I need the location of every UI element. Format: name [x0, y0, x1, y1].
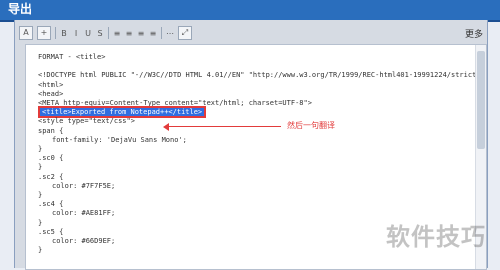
code-line: color: #66D9EF; — [52, 237, 116, 245]
code-line: color: #7F7F5E; — [52, 181, 116, 190]
window-title-bar: 导出 — [0, 0, 500, 22]
code-line: .sc5 { — [38, 227, 64, 236]
watermark: 软件技巧 — [386, 223, 486, 251]
code-line: color: #AE81FF; — [52, 209, 116, 218]
window-title: 导出 — [8, 2, 33, 16]
annotation-line — [169, 126, 281, 127]
code-line: <html> — [38, 80, 64, 89]
italic-icon[interactable]: I — [72, 27, 80, 39]
bold-icon[interactable]: B — [60, 27, 68, 39]
code-line: span { — [38, 126, 64, 135]
toolbar-separator — [108, 27, 109, 39]
underline-icon[interactable]: U — [84, 27, 92, 39]
code-line: <head> — [38, 89, 64, 98]
code-line: font-family: 'DejaVu Sans Mono'; — [52, 135, 187, 144]
expand-icon[interactable]: ⤢ — [178, 26, 192, 40]
annotation-text: 然后一句翻译 — [287, 121, 335, 130]
align-justify-icon[interactable]: ≡ — [149, 27, 157, 39]
font-icon[interactable]: A — [19, 26, 33, 40]
annotation-arrowhead — [163, 123, 169, 131]
toolbar-separator — [55, 27, 56, 39]
scrollbar-thumb[interactable] — [477, 51, 485, 149]
code-line: } — [38, 218, 43, 227]
title-tag-highlight: <title>Exported from Notepad++</title> — [38, 106, 207, 119]
align-right-icon[interactable]: ≡ — [137, 27, 145, 39]
increase-size-icon[interactable]: + — [37, 26, 51, 40]
more-icon[interactable]: ⋯ — [166, 27, 174, 39]
toolbar-separator — [161, 27, 162, 39]
code-line: } — [38, 246, 43, 255]
code-line: } — [38, 191, 43, 199]
strikethrough-icon[interactable]: S — [96, 27, 104, 39]
code-line: <!DOCTYPE html PUBLIC "-//W3C//DTD HTML … — [38, 71, 487, 80]
code-line: <style type="text/css"> — [38, 117, 135, 126]
code-line: .sc4 { — [38, 200, 64, 209]
code-line: .sc2 { — [38, 172, 64, 181]
toolbar-more-button[interactable]: 更多 — [465, 27, 483, 40]
code-line: } — [38, 145, 43, 153]
align-left-icon[interactable]: ≡ — [113, 27, 121, 39]
code-line: FORMAT - <title> — [38, 53, 106, 61]
toolbar: A + B I U S ≡ ≡ ≡ ≡ ⋯ ⤢ 更多 — [19, 24, 483, 42]
code-line: .sc0 { — [38, 154, 64, 163]
highlighted-title-line: <title>Exported from Notepad++</title> — [38, 106, 207, 119]
code-line: } — [38, 163, 43, 172]
align-center-icon[interactable]: ≡ — [125, 27, 133, 39]
